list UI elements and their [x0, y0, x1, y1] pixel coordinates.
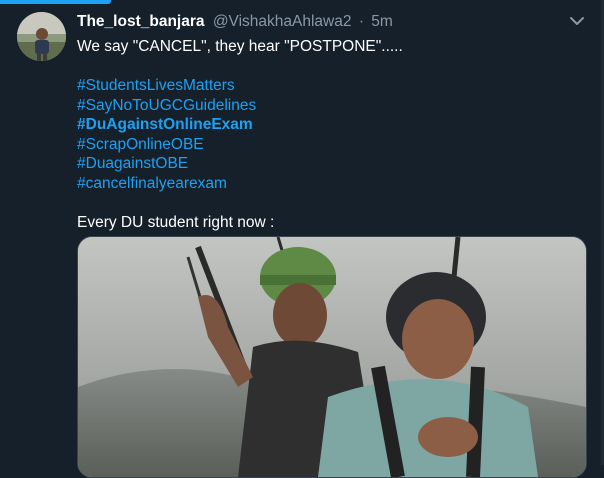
tweet-header: The_lost_banjara @VishakhaAhlawa2 · 5m: [77, 12, 393, 32]
hashtag-link[interactable]: #SayNoToUGCGuidelines: [77, 96, 403, 116]
hashtag-link[interactable]: #DuAgainstOnlineExam: [77, 115, 403, 135]
hashtag-link[interactable]: #cancelfinalyearexam: [77, 174, 403, 194]
hashtag-link[interactable]: #DuagainstOBE: [77, 154, 403, 174]
tweet-text: We say "CANCEL", they hear "POSTPONE"...…: [77, 37, 403, 232]
tweet-closing-line: Every DU student right now :: [77, 213, 275, 231]
hashtag-link[interactable]: #ScrapOnlineOBE: [77, 135, 403, 155]
avatar[interactable]: [17, 12, 66, 61]
timestamp[interactable]: 5m: [371, 13, 393, 30]
tweet-media-image[interactable]: [77, 236, 587, 478]
tweet-menu-button[interactable]: [566, 10, 588, 32]
display-name[interactable]: The_lost_banjara: [77, 13, 205, 30]
user-handle[interactable]: @VishakhaAhlawa2: [213, 13, 352, 30]
avatar-image: [17, 12, 66, 61]
chevron-down-icon: [570, 17, 584, 25]
active-tab-indicator: [0, 0, 111, 4]
paragliding-photo: [78, 237, 586, 477]
hashtag-link[interactable]: #StudentsLivesMatters: [77, 76, 403, 96]
separator-dot: ·: [358, 13, 364, 30]
tweet-text-line: We say "CANCEL", they hear "POSTPONE"...…: [77, 38, 403, 55]
